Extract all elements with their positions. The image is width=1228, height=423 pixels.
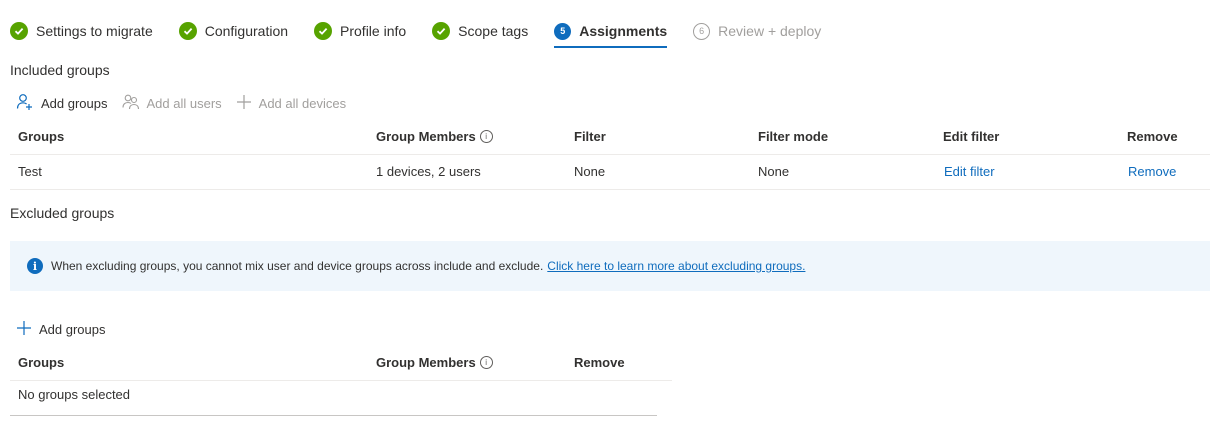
included-groups-table: Groups Group Members i Filter Filter mode… [10,120,1210,190]
info-icon[interactable]: i [479,356,493,370]
column-header-filter-mode: Filter mode [758,129,829,144]
checkmark-icon [432,22,451,40]
group-members-label: Group Members [376,129,476,144]
filter-mode-value: None [758,164,790,179]
column-header-group-members: Group Members i [376,120,493,154]
included-groups-title: Included groups [10,62,110,78]
step-label: Scope tags [458,23,529,39]
table-row: Test 1 devices, 2 users None None Edit f… [10,155,1210,190]
info-banner: i When excluding groups, you cannot mix … [10,241,1210,291]
step-label: Configuration [204,23,289,39]
column-header-groups: Groups [18,355,65,370]
step-label: Profile info [340,23,407,39]
included-toolbar: Add groups Add all users Add all devices [16,91,360,115]
checkmark-icon [178,22,197,40]
step-profile-info[interactable]: Profile info [314,14,406,48]
info-icon[interactable]: i [479,130,493,144]
column-header-edit-filter: Edit filter [943,129,1000,144]
column-header-group-members: Group Members i [376,346,493,380]
step-review-deploy[interactable]: 6 Review + deploy [693,14,821,48]
step-label: Review + deploy [718,23,822,39]
wizard-steps: Settings to migrate Configuration Profil… [10,14,847,48]
banner-text: When excluding groups, you cannot mix us… [51,259,544,273]
add-all-users-label: Add all users [146,95,222,111]
group-name: Test [18,164,42,179]
filter-value: None [574,164,606,179]
learn-more-link[interactable]: Click here to learn more about excluding… [547,259,805,273]
remove-link[interactable]: Remove [1128,155,1176,189]
excluded-toolbar: Add groups [16,317,120,341]
users-icon [121,93,140,114]
empty-row: No groups selected [10,381,657,416]
checkmark-icon [314,22,333,40]
plus-icon [16,320,32,339]
column-header-groups: Groups [18,129,65,144]
add-all-devices-button[interactable]: Add all devices [236,94,346,113]
info-circle-icon: i [27,258,43,274]
group-members-value: 1 devices, 2 users [376,164,481,179]
column-header-filter: Filter [574,129,606,144]
column-header-remove: Remove [1127,129,1178,144]
edit-filter-link[interactable]: Edit filter [944,155,995,189]
add-groups-button[interactable]: Add groups [16,93,108,114]
add-all-users-button[interactable]: Add all users [121,93,222,114]
add-excluded-groups-button[interactable]: Add groups [16,320,106,339]
add-person-icon [16,93,34,114]
assignments-page: Settings to migrate Configuration Profil… [0,0,1228,423]
group-members-label: Group Members [376,355,476,370]
table-header: Groups Group Members i Filter Filter mode… [10,120,1210,155]
empty-state-text: No groups selected [18,387,131,402]
checkmark-icon [10,22,28,40]
step-label: Settings to migrate [36,23,153,39]
step-number-badge: 6 [693,22,711,40]
step-number-badge: 5 [554,22,572,40]
excluded-groups-table: Groups Group Members i Remove No groups s… [10,346,672,416]
column-header-remove: Remove [574,355,625,370]
step-configuration[interactable]: Configuration [178,14,289,48]
plus-icon [236,94,252,113]
excluded-groups-title: Excluded groups [10,205,115,221]
add-groups-label: Add groups [39,321,106,337]
step-settings-to-migrate[interactable]: Settings to migrate [10,14,153,48]
add-all-devices-label: Add all devices [258,95,347,111]
table-header: Groups Group Members i Remove [10,346,672,381]
step-scope-tags[interactable]: Scope tags [432,14,528,48]
step-assignments[interactable]: 5 Assignments [554,14,667,48]
step-label: Assignments [579,23,668,39]
add-groups-label: Add groups [41,95,108,111]
